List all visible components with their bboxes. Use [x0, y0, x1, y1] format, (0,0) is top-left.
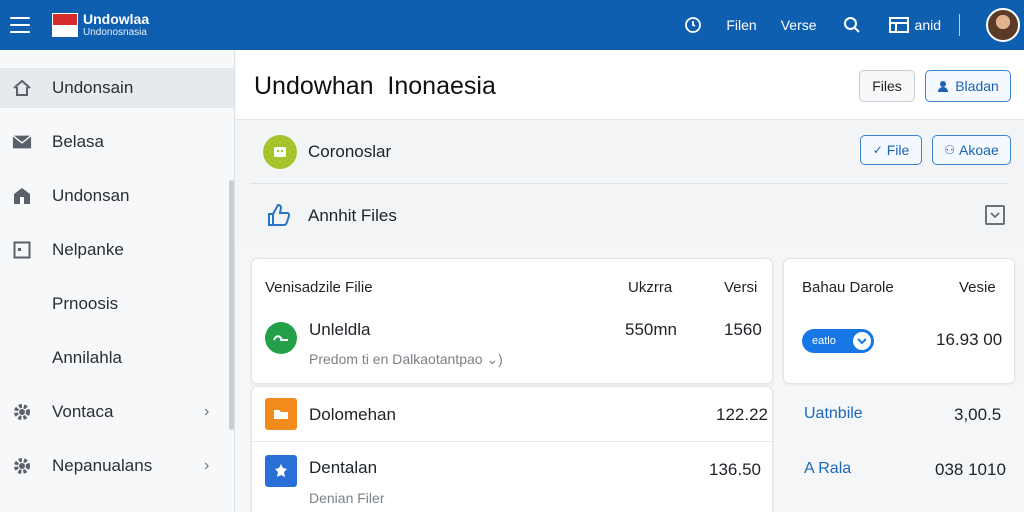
brand-subtitle: Undonosnasia: [83, 27, 147, 38]
status-table-card: Bahau Darole Vesie eatlo 16.93 00: [783, 258, 1015, 384]
section-coronoslar: Coronoslar ✓ File ⚇ Akoae: [236, 121, 1024, 183]
sidebar: Undonsain Belasa Undonsan Nelpanke Prnoo…: [0, 50, 235, 512]
file-subtitle: Denian Filer: [309, 490, 385, 506]
sidebar-item-label: Annilahla: [52, 348, 122, 367]
search-icon[interactable]: [843, 16, 861, 34]
link-name[interactable]: Uatnbile: [804, 405, 863, 423]
sidebar-scrollbar[interactable]: [229, 180, 234, 430]
files-button[interactable]: Files: [859, 70, 915, 102]
sidebar-item-label: Nelpanke: [52, 240, 124, 259]
file-link-icon: [265, 322, 297, 354]
sidebar-item-nelpanke[interactable]: Nelpanke: [0, 230, 234, 270]
column-header-size: Ukzrra: [628, 279, 673, 296]
sidebar-item-label: Vontaca: [52, 402, 114, 421]
badge-icon: [263, 135, 297, 169]
user-label[interactable]: anid: [915, 17, 941, 33]
user-icon: [937, 80, 949, 92]
brand-title: Undowlaa: [83, 11, 150, 27]
table-row[interactable]: Dentalan Denian Filer 136.50: [252, 443, 772, 512]
column-header-version: Vesie: [959, 279, 996, 296]
file-version: 1560: [724, 320, 762, 339]
column-header-name: Venisadzile Filie: [265, 279, 373, 296]
sidebar-item-label: Undonsain: [52, 78, 134, 97]
files-button-label: Files: [872, 78, 902, 94]
puzzle-icon: [265, 455, 297, 487]
row-value: 3,00.5: [954, 405, 1002, 424]
sidebar-item-undonsain[interactable]: Undonsain: [0, 68, 234, 108]
file-name: Unleldla: [309, 320, 371, 339]
link-name[interactable]: A Rala: [804, 460, 851, 478]
check-icon: ✓: [872, 143, 883, 157]
column-header-name: Bahau Darole: [802, 279, 894, 296]
page-title: Undowhan Inonaesia: [254, 72, 496, 100]
status-table-lower: Uatnbile 3,00.5 A Rala 038 1010: [783, 386, 1015, 512]
sidebar-item-prnoosis[interactable]: Prnoosis: [0, 284, 234, 324]
file-subtitle: Predom ti en Dalkaotantpao ⌄): [309, 351, 503, 367]
file-name: Dentalan: [309, 458, 378, 477]
topbar-divider: [959, 14, 960, 36]
menu-icon[interactable]: [10, 17, 30, 33]
file-version: 136.50: [709, 460, 761, 479]
sidebar-item-annilahla[interactable]: Annilahla: [0, 338, 234, 378]
page-header: Undowhan Inonaesia Files Bladan: [236, 50, 1024, 120]
file-button-label: File: [886, 142, 910, 158]
file-size: 550mn: [625, 320, 677, 339]
akoae-button[interactable]: ⚇ Akoae: [932, 135, 1011, 165]
toggle-label: eatlo: [812, 335, 836, 347]
chevron-right-icon: ›: [204, 457, 210, 474]
sidebar-item-label: Nepanualans: [52, 456, 153, 475]
files-table-card: Venisadzile Filie Ukzrra Versi Unleldla …: [251, 258, 773, 384]
clock-icon[interactable]: [684, 16, 702, 34]
gear-icon: [12, 456, 32, 476]
sidebar-item-belasa[interactable]: Belasa: [0, 122, 234, 162]
sidebar-item-label: Undonsan: [52, 186, 130, 205]
row-value: 038 1010: [935, 460, 1006, 479]
people-icon: ⚇: [944, 143, 956, 157]
top-app-bar: Undowlaa Undonosnasia Filen Verse anid: [0, 0, 1024, 50]
sidebar-item-vontaca[interactable]: Vontaca ›: [0, 392, 234, 432]
building-icon: [12, 186, 32, 206]
files-table-card-lower: Dolomehan 122.22 Dentalan Denian Filer 1…: [251, 386, 773, 512]
section-label: Annhit Files: [308, 206, 397, 225]
square-icon: [12, 240, 32, 260]
nav-link-verse[interactable]: Verse: [781, 17, 817, 33]
check-icon: [853, 332, 871, 350]
file-version: 122.22: [716, 405, 768, 424]
nav-link-filen[interactable]: Filen: [726, 17, 756, 33]
chevron-right-icon: ›: [204, 403, 210, 420]
thumbs-up-icon: [266, 202, 292, 228]
section-label: Coronoslar: [308, 142, 392, 161]
row-value: 16.93 00: [936, 330, 1003, 349]
table-row[interactable]: Unleldla Predom ti en Dalkaotantpao ⌄) 5…: [252, 307, 772, 383]
section-annhit-files: Annhit Files: [236, 184, 1024, 246]
home-icon: [12, 78, 32, 98]
collapse-toggle-icon[interactable]: [985, 205, 1005, 225]
brand: Undowlaa Undonosnasia: [83, 12, 149, 38]
sidebar-item-label: Prnoosis: [52, 294, 119, 313]
gear-icon: [12, 402, 32, 422]
status-toggle[interactable]: eatlo: [802, 329, 874, 353]
column-header-version: Versi: [724, 279, 758, 296]
grid-icon[interactable]: [888, 16, 909, 34]
sidebar-item-label: Belasa: [52, 132, 104, 151]
bladan-button-label: Bladan: [955, 78, 999, 94]
folder-icon: [265, 398, 297, 430]
akoae-button-label: Akoae: [959, 142, 999, 158]
table-row[interactable]: Dolomehan 122.22: [252, 387, 772, 442]
logo-flag-icon: [52, 13, 78, 37]
bladan-button[interactable]: Bladan: [925, 70, 1011, 102]
sidebar-item-undonsan[interactable]: Undonsan: [0, 176, 234, 216]
file-button[interactable]: ✓ File: [860, 135, 922, 165]
file-name: Dolomehan: [309, 405, 396, 424]
mail-icon: [12, 132, 32, 152]
sidebar-item-nepanualans[interactable]: Nepanualans ›: [0, 446, 234, 486]
avatar[interactable]: [986, 8, 1020, 42]
